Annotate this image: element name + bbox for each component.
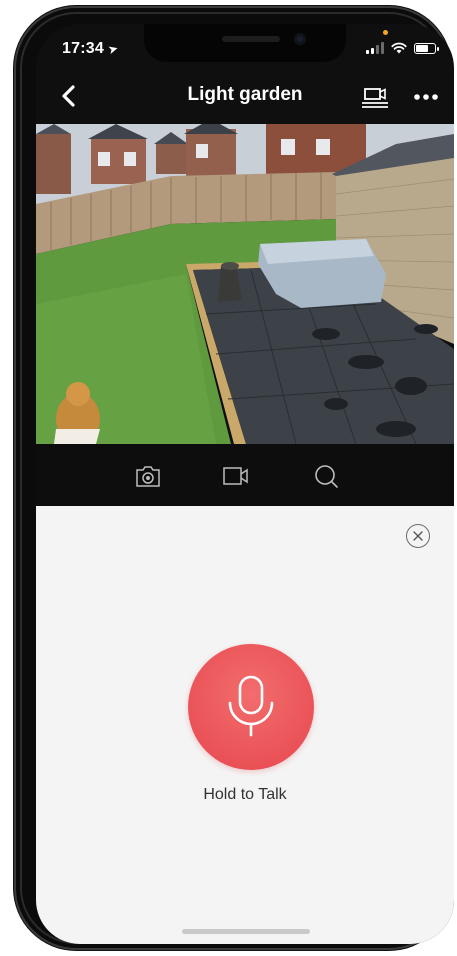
location-arrow-icon: ➤ bbox=[106, 40, 120, 58]
hold-to-talk-button[interactable] bbox=[188, 644, 314, 770]
nav-bar: Light garden bbox=[36, 68, 454, 124]
home-indicator[interactable] bbox=[182, 929, 310, 934]
device-list-button[interactable] bbox=[360, 86, 390, 112]
recording-indicator bbox=[383, 30, 388, 35]
wifi-icon bbox=[391, 42, 407, 54]
page-title: Light garden bbox=[187, 84, 303, 105]
status-time: 17:34 ➤ bbox=[62, 40, 120, 58]
app-screen: 17:34 ➤ Light garden Hold to Talk bbox=[36, 24, 454, 944]
snapshot-camera-icon bbox=[136, 466, 160, 487]
snapshot-button[interactable] bbox=[134, 462, 162, 490]
status-icons bbox=[366, 40, 439, 54]
notch bbox=[144, 24, 346, 62]
battery-icon bbox=[414, 43, 439, 54]
front-camera bbox=[294, 33, 306, 45]
search-icon bbox=[315, 465, 338, 488]
status-time-text: 17:34 bbox=[62, 40, 104, 57]
phone-frame: 17:34 ➤ Light garden Hold to Talk bbox=[14, 6, 454, 950]
more-dots-icon bbox=[414, 94, 438, 100]
video-record-icon bbox=[223, 467, 248, 485]
record-button[interactable] bbox=[222, 462, 250, 490]
camera-live-view[interactable] bbox=[36, 124, 454, 444]
camera-device-list-icon bbox=[362, 88, 388, 108]
zoom-search-button[interactable] bbox=[312, 462, 340, 490]
garden-camera-image bbox=[36, 124, 454, 444]
hold-to-talk-label: Hold to Talk bbox=[203, 786, 287, 803]
microphone-icon bbox=[228, 675, 274, 737]
speaker-grille bbox=[222, 36, 280, 42]
playback-controls bbox=[36, 444, 454, 506]
more-button[interactable] bbox=[412, 90, 440, 104]
cellular-signal-icon bbox=[366, 42, 384, 54]
close-button[interactable] bbox=[406, 524, 430, 548]
close-icon bbox=[413, 531, 423, 541]
talk-panel: Hold to Talk bbox=[36, 506, 454, 944]
